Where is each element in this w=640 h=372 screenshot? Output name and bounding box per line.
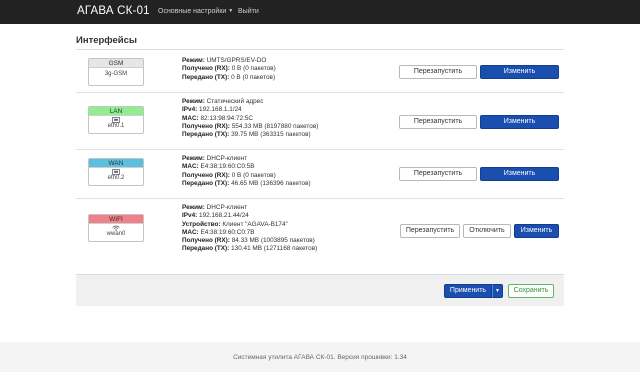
info-line: MAC: E4:38:19:60:C0:5B (182, 163, 255, 171)
interface-badge-wan[interactable]: WAN eth0.2 (88, 158, 144, 186)
badge-name: WIFI (89, 215, 143, 224)
interface-info-gsm: Режим: UMTS/GPRS/EV-DO Получено (RX): 0 … (182, 57, 276, 82)
badge-device: wwan0 (106, 231, 126, 237)
info-line: Режим: UMTS/GPRS/EV-DO (182, 57, 267, 64)
row-divider (76, 198, 564, 199)
apply-button[interactable]: Применить (444, 284, 492, 298)
interface-badge-lan[interactable]: LAN eth0.1 (88, 106, 144, 134)
restart-button-wan[interactable]: Перезапустить (399, 167, 477, 181)
info-line: Режим: DHCP-клиент (182, 204, 248, 211)
info-line: Получено (RX): 0 В (0 пакетов) (182, 65, 276, 73)
row-divider (76, 92, 564, 93)
badge-name: LAN (89, 107, 143, 116)
info-line: Передано (TX): 39.75 MB (363315 пакетов) (182, 131, 311, 139)
info-line: Устройство: Клиент "AGAVA-B174" (182, 220, 288, 228)
interface-info-lan: Режим: Статический адрес IPv4: 192.168.1… (182, 98, 318, 139)
info-line: Передано (TX): 130.41 MB (1271168 пакето… (182, 245, 318, 253)
edit-button-gsm[interactable]: Изменить (480, 65, 559, 79)
info-line: Передано (TX): 46.65 MB (136396 пакетов) (182, 179, 311, 187)
info-line: MAC: E4:38:19:60:C0:7B (182, 228, 255, 236)
badge-name: WAN (89, 159, 143, 168)
info-line: Передано (TX): 0 В (0 пакетов) (182, 73, 276, 81)
page-footer: Системная утилита АГАВА СК-01. Версия пр… (233, 354, 407, 361)
disconnect-button-wifi[interactable]: Отключить (463, 224, 511, 238)
main-content: Интерфейсы GSM 3g-GSM Режим: UMTS/GPRS/E… (0, 24, 640, 342)
interface-badge-gsm[interactable]: GSM 3g-GSM (88, 58, 144, 86)
interface-info-wan: Режим: DHCP-клиент MAC: E4:38:19:60:C0:5… (182, 155, 311, 188)
restart-button-wifi[interactable]: Перезапустить (400, 224, 460, 238)
badge-device: eth0.2 (107, 175, 125, 181)
info-line: Получено (RX): 84.33 MB (1003895 пакетов… (182, 237, 315, 245)
save-button[interactable]: Сохранить (508, 284, 554, 298)
brand-logo-text[interactable]: АГАВА СК-01 (77, 5, 150, 17)
caret-down-icon: ▼ (228, 8, 234, 15)
top-navbar: АГАВА СК-01 Основные настройки ▼ Выйти (0, 0, 640, 24)
interface-info-wifi: Режим: DHCP-клиент IPv4: 192.168.21.44/2… (182, 204, 317, 254)
badge-device: eth0.1 (107, 123, 125, 129)
edit-button-wifi[interactable]: Изменить (514, 224, 559, 238)
interface-badge-wifi[interactable]: WIFI wwan0 (88, 214, 144, 242)
restart-button-lan[interactable]: Перезапустить (399, 115, 477, 129)
badge-name: GSM (89, 59, 143, 68)
menu-main-settings-label: Основные настройки (158, 8, 227, 15)
info-line: Режим: DHCP-клиент (182, 155, 248, 162)
menu-main-settings[interactable]: Основные настройки ▼ (158, 8, 233, 15)
title-divider (76, 49, 564, 50)
info-line: IPv4: 192.168.1.1/24 (182, 106, 242, 114)
info-line: Получено (RX): 0 В (0 пакетов) (182, 171, 276, 179)
form-actions-bar: Применить ▼ Сохранить (76, 274, 564, 306)
info-line: IPv4: 192.168.21.44/24 (182, 212, 249, 220)
info-line: MAC: 82:13:98:94:72:5C (182, 114, 254, 122)
info-line: Режим: Статический адрес (182, 98, 264, 105)
badge-device: 3g-GSM (104, 71, 128, 77)
apply-dropdown-caret-icon[interactable]: ▼ (492, 284, 503, 298)
row-divider (76, 149, 564, 150)
info-line: Получено (RX): 554.33 MB (8197880 пакето… (182, 122, 319, 130)
edit-button-lan[interactable]: Изменить (480, 115, 559, 129)
restart-button-gsm[interactable]: Перезапустить (399, 65, 477, 79)
edit-button-wan[interactable]: Изменить (480, 167, 559, 181)
page-title: Интерфейсы (76, 35, 138, 46)
menu-logout[interactable]: Выйти (238, 8, 259, 15)
